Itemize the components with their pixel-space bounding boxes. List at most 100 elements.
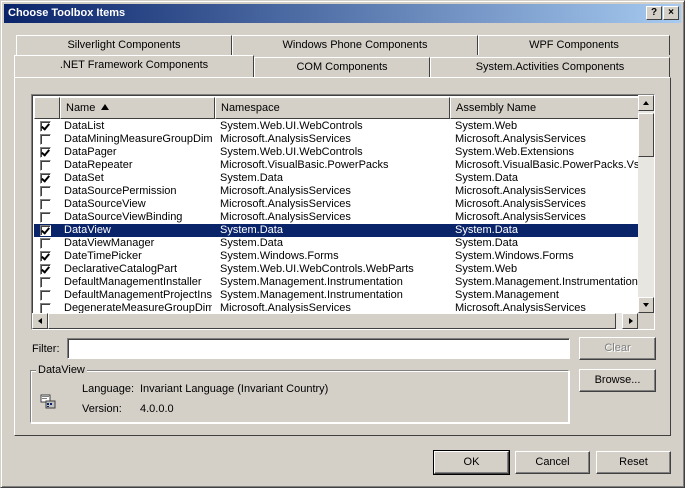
tab-system-activities-components[interactable]: System.Activities Components — [430, 57, 670, 77]
row-name: DataSet — [64, 172, 104, 184]
column-label: Namespace — [221, 102, 280, 114]
row-assembly: Microsoft.VisualBasic.PowerPacks.Vs — [455, 159, 638, 171]
row-assembly: Microsoft.AnalysisServices — [455, 198, 586, 210]
table-row[interactable]: DefaultManagementProjectIns System.Manage… — [34, 289, 638, 302]
row-name: DataViewManager — [64, 237, 155, 249]
browse-button-label: Browse... — [594, 374, 641, 386]
browse-button[interactable]: Browse... — [579, 369, 656, 392]
row-namespace: Microsoft.AnalysisServices — [220, 198, 351, 210]
row-checkbox[interactable] — [40, 225, 51, 236]
close-icon: × — [668, 7, 674, 18]
tab-wpf-components[interactable]: WPF Components — [478, 35, 670, 55]
row-assembly: System.Windows.Forms — [455, 250, 574, 262]
vertical-scrollbar[interactable] — [638, 95, 654, 313]
row-assembly: System.Data — [455, 237, 518, 249]
row-name: DataView — [64, 224, 111, 236]
table-row[interactable]: DataSet System.Data System.Data — [34, 172, 638, 185]
scroll-right-button[interactable] — [622, 313, 638, 329]
table-row[interactable]: DataPager System.Web.UI.WebControls System… — [34, 146, 638, 159]
table-row[interactable]: DeclarativeCatalogPart System.Web.UI.WebC… — [34, 263, 638, 276]
row-checkbox[interactable] — [40, 160, 51, 171]
arrow-right-icon — [629, 318, 633, 324]
details-group: DataView Language: Invariant Language (I… — [30, 364, 569, 423]
row-namespace: System.Web.UI.WebControls.WebParts — [220, 263, 414, 275]
row-name: DataList — [64, 120, 105, 132]
tab-label: System.Activities Components — [475, 61, 625, 73]
reset-button[interactable]: Reset — [596, 451, 671, 474]
column-header-check[interactable] — [34, 97, 60, 119]
row-namespace: System.Data — [220, 172, 283, 184]
ok-button[interactable]: OK — [433, 450, 510, 475]
table-row[interactable]: DataView System.Data System.Data — [34, 224, 638, 237]
sort-ascending-icon — [101, 104, 110, 110]
tab-silverlight-components[interactable]: Silverlight Components — [16, 35, 232, 55]
row-assembly: System.Management — [455, 289, 559, 301]
table-row[interactable]: DataSourceView Microsoft.AnalysisServices… — [34, 198, 638, 211]
horizontal-scrollbar[interactable] — [32, 313, 638, 329]
row-name: DefaultManagementInstaller — [64, 276, 202, 288]
component-icon — [40, 394, 56, 409]
table-row[interactable]: DataSourcePermission Microsoft.AnalysisSe… — [34, 185, 638, 198]
column-header-assembly[interactable]: Assembly Name — [450, 97, 640, 119]
table-row[interactable]: DataViewManager System.Data System.Data — [34, 237, 638, 250]
scroll-left-button[interactable] — [32, 313, 48, 329]
vertical-scroll-thumb[interactable] — [638, 113, 654, 157]
table-row[interactable]: DataRepeater Microsoft.VisualBasic.PowerP… — [34, 159, 638, 172]
row-name: DateTimePicker — [64, 250, 142, 262]
row-namespace: Microsoft.VisualBasic.PowerPacks — [220, 159, 389, 171]
filter-input[interactable] — [67, 338, 570, 359]
tab-com-components[interactable]: COM Components — [254, 57, 430, 77]
cancel-button[interactable]: Cancel — [515, 451, 590, 474]
row-checkbox[interactable] — [40, 134, 51, 145]
row-checkbox[interactable] — [40, 277, 51, 288]
column-header-name[interactable]: Name — [60, 97, 215, 119]
clear-button[interactable]: Clear — [579, 337, 656, 360]
version-value: 4.0.0.0 — [140, 403, 174, 415]
tab-windows-phone-components[interactable]: Windows Phone Components — [232, 35, 478, 55]
row-namespace: System.Management.Instrumentation — [220, 276, 403, 288]
column-header-namespace[interactable]: Namespace — [215, 97, 450, 119]
table-row[interactable]: DataList System.Web.UI.WebControls System.… — [34, 120, 638, 133]
ok-button-label: OK — [463, 456, 480, 468]
close-button[interactable]: × — [663, 6, 679, 20]
column-label: Name — [66, 102, 96, 114]
table-row[interactable]: DataSourceViewBinding Microsoft.AnalysisS… — [34, 211, 638, 224]
components-list[interactable]: Name Namespace Assembly Name DataList Sys… — [31, 94, 655, 330]
row-assembly: Microsoft.AnalysisServices — [455, 211, 586, 223]
row-name: DataSourceViewBinding — [64, 211, 183, 223]
scrollbar-corner — [638, 313, 654, 329]
row-checkbox[interactable] — [40, 264, 51, 275]
row-checkbox[interactable] — [40, 173, 51, 184]
row-checkbox[interactable] — [40, 238, 51, 249]
window-title: Choose Toolbox Items — [8, 7, 126, 19]
tab-label: Silverlight Components — [67, 39, 181, 51]
table-row[interactable]: DateTimePicker System.Windows.Forms System… — [34, 250, 638, 263]
row-checkbox[interactable] — [40, 199, 51, 210]
row-namespace: Microsoft.AnalysisServices — [220, 211, 351, 223]
row-checkbox[interactable] — [40, 121, 51, 132]
row-checkbox[interactable] — [40, 251, 51, 262]
row-namespace: System.Management.Instrumentation — [220, 289, 403, 301]
row-namespace: Microsoft.AnalysisServices — [220, 185, 351, 197]
row-checkbox[interactable] — [40, 290, 51, 301]
row-checkbox[interactable] — [40, 147, 51, 158]
tab-net-framework-components[interactable]: .NET Framework Components — [14, 55, 254, 77]
arrow-up-icon — [643, 101, 649, 105]
row-checkbox[interactable] — [40, 212, 51, 223]
help-button[interactable]: ? — [646, 6, 662, 20]
table-row[interactable]: DataMiningMeasureGroupDime Microsoft.Anal… — [34, 133, 638, 146]
horizontal-scroll-thumb[interactable] — [48, 313, 616, 329]
row-assembly: Microsoft.AnalysisServices — [455, 133, 586, 145]
table-row[interactable]: DefaultManagementInstaller System.Managem… — [34, 276, 638, 289]
scroll-down-button[interactable] — [638, 297, 654, 313]
column-label: Assembly Name — [456, 102, 537, 114]
reset-button-label: Reset — [619, 456, 648, 468]
row-checkbox[interactable] — [40, 186, 51, 197]
tab-label: .NET Framework Components — [59, 59, 209, 71]
scroll-up-button[interactable] — [638, 95, 654, 111]
row-assembly: System.Data — [455, 224, 518, 236]
title-bar[interactable]: Choose Toolbox Items ? × — [4, 4, 681, 23]
help-icon: ? — [650, 7, 658, 18]
row-name: DataMiningMeasureGroupDime — [64, 133, 212, 145]
row-namespace: System.Data — [220, 224, 283, 236]
